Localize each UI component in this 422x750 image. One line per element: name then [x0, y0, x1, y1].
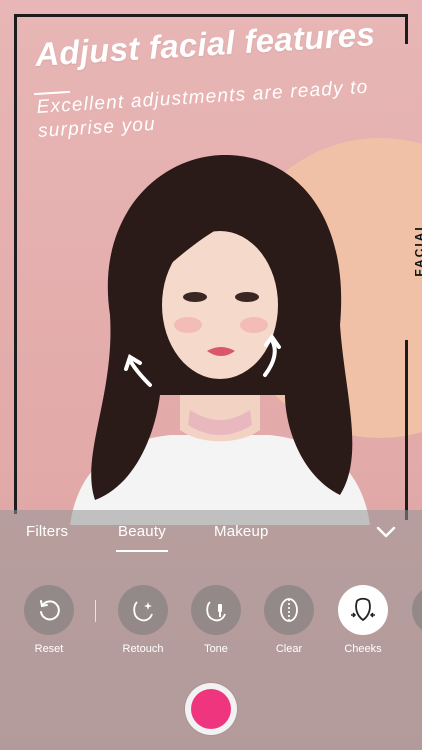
tool-label: Tone	[204, 643, 228, 655]
app-screen: { "promo": { "headline": "Adjust facial …	[0, 0, 422, 750]
tool-tone[interactable]: Tone	[188, 585, 244, 655]
tool-cheeks[interactable]: Cheeks	[335, 585, 391, 655]
tool-label: Cheeks	[344, 643, 382, 655]
tool-label: Reset	[34, 643, 64, 655]
cheeks-icon	[338, 585, 388, 635]
shutter-core	[191, 689, 231, 729]
shutter-button[interactable]	[185, 683, 237, 735]
side-label: FACIAL	[412, 221, 422, 277]
frame-line	[14, 14, 17, 514]
active-tab-indicator	[116, 550, 168, 552]
tool-label: Retouch	[122, 643, 164, 655]
clear-icon	[264, 585, 314, 635]
tool-divider	[95, 600, 96, 622]
tool-label: Clear	[275, 643, 303, 655]
tab-filters[interactable]: Filters	[26, 523, 68, 540]
frame-line	[405, 340, 408, 520]
tab-beauty[interactable]: Beauty	[118, 523, 166, 540]
tone-icon	[191, 585, 241, 635]
tool-retouch[interactable]: Retouch	[115, 585, 171, 655]
portrait-illustration	[70, 155, 370, 525]
frame-line	[405, 14, 408, 44]
reset-icon	[24, 585, 74, 635]
chevron-down-icon[interactable]	[372, 518, 400, 546]
tool-clear[interactable]: Clear	[261, 585, 317, 655]
retouch-icon	[118, 585, 168, 635]
tool-reset[interactable]: Reset	[21, 585, 77, 655]
category-tabs: Filters Beauty Makeup	[0, 510, 422, 554]
tab-makeup[interactable]: Makeup	[214, 523, 269, 540]
